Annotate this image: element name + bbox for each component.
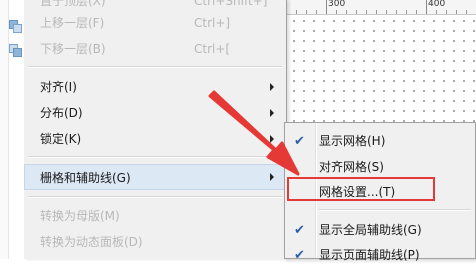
menu-item-grid-and-guides[interactable]: 栅格和辅助线(G) bbox=[24, 164, 286, 190]
submenu-item-label: 显示页面辅助线(P) bbox=[319, 248, 420, 262]
menu-item-convert-to-master[interactable]: 转换为母版(M) bbox=[24, 203, 286, 229]
layer-down-icon bbox=[9, 44, 22, 57]
submenu-arrow-icon bbox=[270, 135, 274, 143]
checkmark-icon: ✔ bbox=[294, 223, 305, 238]
ruler-mark-300: 300 bbox=[328, 0, 346, 9]
menu-separator bbox=[28, 196, 282, 198]
submenu-arrow-icon bbox=[270, 83, 274, 91]
menu-item-label: 栅格和辅助线(G) bbox=[40, 171, 131, 185]
menu-item-label: 下移一层(B) bbox=[40, 42, 106, 56]
submenu-item-show-grid[interactable]: ✔ 显示网格(H) bbox=[285, 129, 475, 153]
menu-item-shortcut: Ctrl+[ bbox=[194, 42, 231, 56]
submenu-arrow-icon bbox=[270, 173, 274, 181]
submenu-separator bbox=[319, 209, 471, 211]
horizontal-ruler: 300 400 bbox=[286, 0, 476, 15]
menu-item-move-down[interactable]: 下移一层(B) Ctrl+[ bbox=[24, 36, 286, 62]
menu-item-shortcut: Ctrl+] bbox=[194, 16, 231, 30]
menu-item-label: 对齐(I) bbox=[40, 80, 77, 94]
checkmark-icon: ✔ bbox=[294, 248, 305, 263]
menu-item-lock[interactable]: 锁定(K) bbox=[24, 126, 286, 152]
menu-separator bbox=[28, 156, 282, 158]
submenu-item-snap-to-grid[interactable]: 对齐网格(S) bbox=[285, 155, 475, 179]
submenu-item-show-global-guides[interactable]: ✔ 显示全局辅助线(G) bbox=[285, 218, 475, 242]
submenu-item-label: 显示网格(H) bbox=[319, 134, 386, 148]
left-panel-strip bbox=[0, 0, 9, 259]
submenu-item-label: 显示全局辅助线(G) bbox=[319, 223, 422, 237]
checkmark-icon: ✔ bbox=[294, 134, 305, 149]
submenu-item-label: 对齐网格(S) bbox=[319, 160, 384, 174]
menu-item-label: 分布(D) bbox=[40, 106, 83, 120]
submenu-item-show-page-guides[interactable]: ✔ 显示页面辅助线(P) bbox=[285, 243, 475, 267]
layer-up-icon bbox=[9, 20, 22, 33]
menu-item-distribute[interactable]: 分布(D) bbox=[24, 100, 286, 126]
context-menu: 置于顶层(X) Ctrl+Shift+] 上移一层(F) Ctrl+] 下移一层… bbox=[24, 0, 287, 259]
menu-item-align[interactable]: 对齐(I) bbox=[24, 74, 286, 100]
menu-item-label: 锁定(K) bbox=[40, 132, 82, 146]
submenu-arrow-icon bbox=[270, 109, 274, 117]
annotation-highlight-box bbox=[287, 177, 435, 201]
menu-separator bbox=[28, 66, 282, 68]
menu-item-label: 转换为母版(M) bbox=[40, 209, 120, 223]
menu-item-convert-to-dynamic-panel[interactable]: 转换为动态面板(D) bbox=[24, 229, 286, 255]
ruler-mark-400: 400 bbox=[428, 0, 446, 9]
menu-item-label: 上移一层(F) bbox=[40, 16, 105, 30]
menu-item-move-up[interactable]: 上移一层(F) Ctrl+] bbox=[24, 10, 286, 36]
menu-item-label: 转换为动态面板(D) bbox=[40, 235, 143, 249]
